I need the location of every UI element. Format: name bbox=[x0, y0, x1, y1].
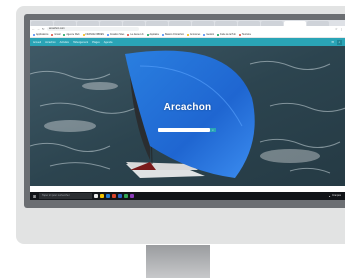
bookmark-favicon-icon bbox=[127, 33, 130, 36]
bookmark-item[interactable]: Annonces bbox=[187, 33, 201, 36]
system-tray: ▴ Français bbox=[329, 195, 343, 198]
bookmark-item[interactable]: Gestion bbox=[203, 33, 215, 36]
nav-link-accueil[interactable]: Accueil bbox=[33, 41, 41, 44]
office-icon[interactable] bbox=[112, 194, 116, 198]
bookmark-favicon-icon bbox=[162, 33, 165, 36]
bookmark-label: Agence Web bbox=[66, 33, 80, 36]
browser-tab[interactable] bbox=[77, 21, 99, 26]
hero-title: Arcachon bbox=[163, 102, 212, 113]
bookmark-favicon-icon bbox=[217, 33, 220, 36]
app-icon[interactable] bbox=[130, 194, 134, 198]
bookmark-item[interactable]: Applications bbox=[33, 33, 49, 36]
site-navigation: Accueil Arcachon Activités Hébergement P… bbox=[30, 38, 345, 46]
browser-tab[interactable] bbox=[307, 21, 329, 26]
bookmark-label: Applications bbox=[36, 33, 49, 36]
screen: ← → ↻ arcachon.com ☆ ⋮ Applications Gmail… bbox=[30, 20, 345, 200]
nav-link-activites[interactable]: Activités bbox=[60, 41, 69, 44]
bookmark-favicon-icon bbox=[33, 33, 35, 36]
windows-taskbar: ⊞ Taper ici pour rechercher ▴ Français bbox=[30, 192, 345, 200]
bookmark-label: Gmail bbox=[54, 33, 61, 36]
hero-search-input[interactable] bbox=[158, 128, 210, 132]
browser-tab[interactable] bbox=[31, 21, 53, 26]
browser-tab[interactable] bbox=[100, 21, 122, 26]
bookmark-item[interactable]: Création Sites bbox=[106, 33, 125, 36]
bookmark-item[interactable]: Gmail bbox=[51, 33, 61, 36]
bookmark-favicon-icon bbox=[106, 33, 109, 36]
menu-icon[interactable]: ⋮ bbox=[340, 27, 343, 31]
bookmark-item[interactable]: La Jaune Lib bbox=[127, 33, 144, 36]
bookmark-label: Gestion bbox=[206, 33, 215, 36]
bookmark-label: Bassin d'Arcachon bbox=[165, 33, 185, 36]
bookmark-label: FRANCE FIBRES bbox=[85, 33, 104, 36]
bookmark-label: Tourisme bbox=[241, 33, 252, 36]
reload-icon[interactable]: ↻ bbox=[42, 27, 45, 31]
bookmark-item[interactable]: Aquitaine bbox=[146, 33, 160, 36]
bookmark-label: Création Sites bbox=[109, 33, 125, 36]
nav-link-plages[interactable]: Plages bbox=[92, 41, 100, 44]
hero-banner: Arcachon ⌕ bbox=[30, 46, 345, 186]
bookmark-item[interactable]: Bassin d'Arcachon bbox=[162, 33, 185, 36]
bookmark-favicon-icon bbox=[146, 33, 149, 36]
nav-link-agenda[interactable]: Agenda bbox=[104, 41, 113, 44]
chrome-icon[interactable] bbox=[124, 194, 128, 198]
social-icon[interactable]: ✉ bbox=[331, 40, 334, 44]
browser-tab[interactable] bbox=[54, 21, 76, 26]
edge-icon[interactable] bbox=[106, 194, 110, 198]
bookmark-favicon-icon bbox=[238, 33, 241, 36]
browser-tab[interactable] bbox=[169, 21, 191, 26]
file-explorer-icon[interactable] bbox=[100, 194, 104, 198]
windows-start-icon[interactable]: ⊞ bbox=[32, 194, 37, 199]
bookmark-item[interactable]: Faire de la Pub bbox=[217, 33, 236, 36]
bookmark-favicon-icon bbox=[51, 33, 54, 36]
bookmark-favicon-icon bbox=[203, 33, 206, 36]
back-icon[interactable]: ← bbox=[32, 27, 35, 31]
bookmark-label: Aquitaine bbox=[149, 33, 160, 36]
forward-icon[interactable]: → bbox=[37, 27, 40, 31]
task-view-icon[interactable] bbox=[94, 194, 98, 198]
bookmark-label: Annonces bbox=[190, 33, 201, 36]
bookmark-item[interactable]: Agence Web bbox=[63, 33, 80, 36]
bookmark-label: Faire de la Pub bbox=[220, 33, 236, 36]
search-toggle-icon[interactable]: ⌕ bbox=[337, 39, 342, 45]
address-bar[interactable]: arcachon.com bbox=[47, 27, 139, 31]
bookmark-item[interactable]: FRANCE FIBRES bbox=[82, 33, 104, 36]
browser-tab[interactable] bbox=[192, 21, 214, 26]
sailboat-photo bbox=[30, 46, 345, 186]
nav-link-hebergement[interactable]: Hébergement bbox=[73, 41, 88, 44]
taskbar-search-input[interactable]: Taper ici pour rechercher bbox=[39, 193, 92, 199]
bookmark-favicon-icon bbox=[63, 33, 66, 36]
browser-tab[interactable] bbox=[215, 21, 237, 26]
browser-tab[interactable] bbox=[261, 21, 283, 26]
outlook-icon[interactable] bbox=[118, 194, 122, 198]
search-icon[interactable]: ⌕ bbox=[210, 128, 216, 132]
browser-tab[interactable] bbox=[284, 21, 306, 26]
bookmark-label: La Jaune Lib bbox=[130, 33, 144, 36]
language-indicator[interactable]: Français bbox=[332, 195, 341, 197]
bookmark-favicon-icon bbox=[82, 33, 85, 36]
bookmark-item[interactable]: Tourisme bbox=[238, 33, 252, 36]
browser-tab[interactable] bbox=[123, 21, 145, 26]
bookmark-favicon-icon bbox=[187, 33, 190, 36]
monitor-stand bbox=[146, 245, 210, 278]
star-icon[interactable]: ☆ bbox=[335, 27, 338, 31]
browser-tab[interactable] bbox=[146, 21, 168, 26]
browser-tab[interactable] bbox=[238, 21, 260, 26]
nav-link-arcachon[interactable]: Arcachon bbox=[45, 41, 56, 44]
network-icon[interactable]: ▴ bbox=[329, 195, 330, 198]
browser-tab-bar bbox=[30, 20, 345, 26]
